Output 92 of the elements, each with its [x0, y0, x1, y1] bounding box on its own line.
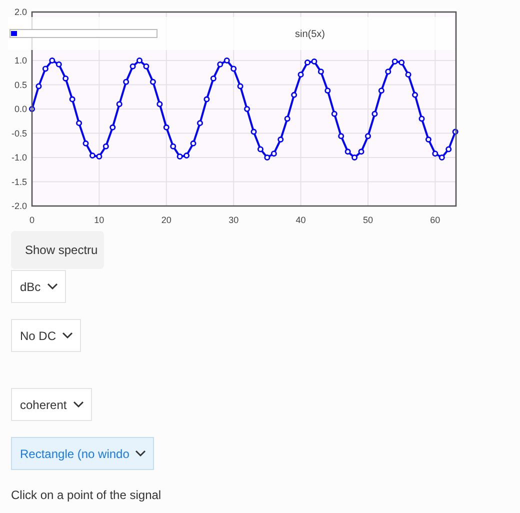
- axis-label: 2.0: [14, 7, 27, 17]
- slider-track[interactable]: [10, 29, 158, 38]
- data-point[interactable]: [412, 92, 418, 98]
- data-point[interactable]: [270, 150, 277, 157]
- data-point[interactable]: [143, 63, 150, 70]
- data-point[interactable]: [62, 75, 69, 82]
- data-point[interactable]: [438, 154, 445, 160]
- data-point[interactable]: [184, 152, 190, 159]
- axis-label: 0: [30, 215, 34, 225]
- data-point[interactable]: [338, 133, 344, 140]
- data-point[interactable]: [425, 136, 432, 143]
- axis-label: 10: [94, 215, 104, 225]
- data-point[interactable]: [324, 88, 331, 94]
- data-point[interactable]: [96, 154, 102, 160]
- axis-label: 0.5: [14, 80, 27, 90]
- data-point[interactable]: [176, 154, 183, 160]
- dropdown[interactable]: No DC: [11, 319, 82, 352]
- data-point[interactable]: [304, 59, 310, 66]
- data-point[interactable]: [170, 143, 176, 150]
- data-point[interactable]: [42, 66, 48, 72]
- chevron-down-icon: [46, 283, 58, 290]
- data-point[interactable]: [358, 148, 364, 155]
- slider-thumb[interactable]: [11, 31, 17, 36]
- data-point[interactable]: [250, 128, 257, 135]
- data-point[interactable]: [392, 58, 398, 64]
- data-point[interactable]: [89, 152, 96, 159]
- data-point[interactable]: [230, 66, 237, 72]
- data-point[interactable]: [344, 148, 351, 155]
- data-point[interactable]: [372, 110, 378, 117]
- data-point[interactable]: [385, 68, 392, 75]
- data-point[interactable]: [82, 140, 89, 146]
- data-point[interactable]: [237, 83, 244, 90]
- axis-label: 60: [430, 215, 440, 225]
- data-point[interactable]: [190, 140, 196, 146]
- data-point[interactable]: [210, 75, 216, 82]
- data-point[interactable]: [204, 96, 210, 102]
- legend-label: sin(5x): [295, 29, 326, 40]
- data-point[interactable]: [318, 68, 324, 75]
- data-point[interactable]: [110, 124, 116, 130]
- data-point[interactable]: [331, 110, 338, 117]
- data-point[interactable]: [29, 106, 35, 112]
- data-point[interactable]: [196, 120, 203, 126]
- data-point[interactable]: [102, 143, 109, 150]
- data-point[interactable]: [56, 61, 62, 68]
- data-point[interactable]: [217, 61, 224, 68]
- data-point[interactable]: [291, 92, 298, 98]
- data-point[interactable]: [446, 146, 452, 152]
- data-point[interactable]: [76, 120, 82, 126]
- axis-label: 1.0: [14, 56, 27, 66]
- data-point[interactable]: [244, 106, 250, 112]
- data-point[interactable]: [150, 78, 156, 85]
- data-point[interactable]: [364, 133, 371, 140]
- show-spectrum-button[interactable]: Show spectru: [11, 231, 104, 269]
- data-point[interactable]: [224, 58, 230, 64]
- chevron-down-icon: [135, 450, 146, 457]
- data-point[interactable]: [163, 124, 170, 130]
- axis-label: -2.0: [11, 201, 27, 211]
- data-point[interactable]: [298, 72, 304, 78]
- data-point[interactable]: [257, 146, 264, 152]
- axis-label: 0.0: [14, 104, 27, 114]
- axis-label: 30: [228, 215, 239, 225]
- data-point[interactable]: [116, 101, 122, 108]
- data-point[interactable]: [352, 154, 358, 160]
- data-point[interactable]: [264, 154, 270, 160]
- data-point[interactable]: [311, 58, 318, 64]
- axis-label: 20: [161, 215, 172, 225]
- data-point[interactable]: [378, 88, 384, 94]
- chevron-down-icon: [72, 401, 84, 408]
- data-point[interactable]: [405, 72, 412, 78]
- dropdown[interactable]: coherent: [11, 388, 92, 421]
- data-point[interactable]: [49, 58, 56, 64]
- axis-label: 40: [296, 215, 306, 225]
- dropdown[interactable]: Rectangle (no windo: [11, 437, 154, 470]
- axis-label: -1.0: [11, 152, 27, 162]
- data-point[interactable]: [136, 58, 142, 64]
- data-point[interactable]: [432, 150, 438, 157]
- data-point[interactable]: [278, 136, 284, 143]
- axis-label: 50: [362, 215, 373, 225]
- data-point[interactable]: [452, 128, 458, 135]
- hint-text: Click on a point of the signal: [11, 488, 162, 502]
- data-point[interactable]: [36, 83, 42, 90]
- data-point[interactable]: [398, 59, 405, 66]
- axis-label: -1.5: [11, 176, 27, 187]
- data-point[interactable]: [284, 116, 290, 122]
- data-point[interactable]: [130, 63, 136, 70]
- data-point[interactable]: [123, 78, 130, 85]
- chevron-down-icon: [62, 332, 74, 339]
- data-point[interactable]: [69, 96, 76, 102]
- dropdown[interactable]: dBc: [11, 270, 66, 303]
- data-point[interactable]: [156, 101, 163, 108]
- data-point[interactable]: [418, 116, 425, 122]
- axis-label: -0.5: [11, 128, 27, 138]
